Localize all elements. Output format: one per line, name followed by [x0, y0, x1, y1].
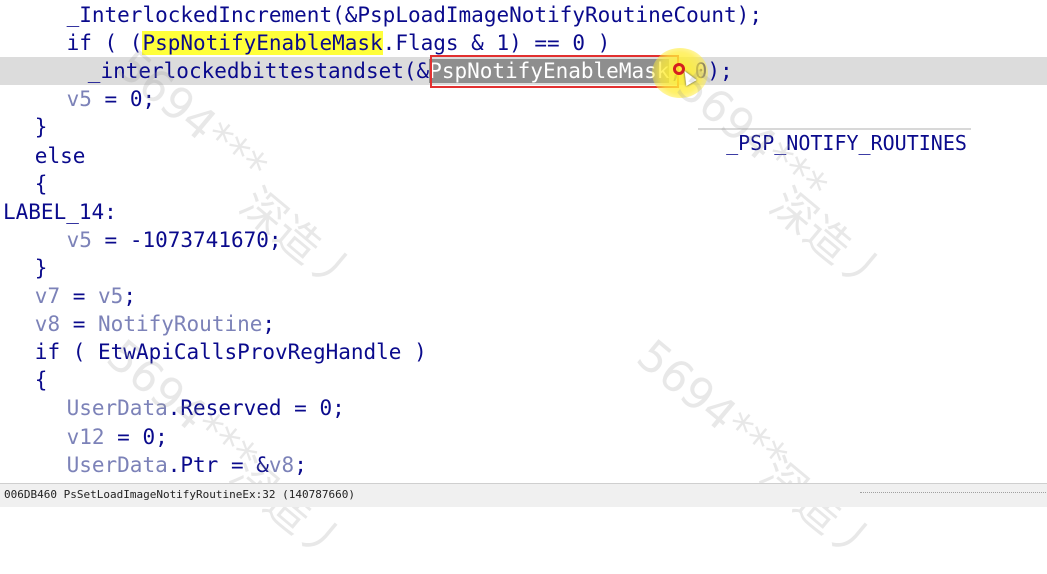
- code-token[interactable]: else: [35, 144, 86, 168]
- code-line[interactable]: if ( EtwApiCallsProvRegHandle ): [0, 338, 1047, 366]
- code-token[interactable]: ;: [294, 453, 307, 477]
- variable-token[interactable]: v8: [269, 453, 294, 477]
- code-token[interactable]: =: [60, 312, 98, 336]
- code-line[interactable]: UserData.Ptr = &v8;: [0, 451, 1047, 479]
- variable-token[interactable]: UserData: [67, 396, 168, 420]
- code-token[interactable]: ): [401, 340, 427, 364]
- variable-token[interactable]: v8: [35, 312, 60, 336]
- selection-annotation-box: [430, 55, 679, 88]
- code-line[interactable]: v5 = -1073741670;: [0, 226, 1047, 254]
- type-hint-tooltip: _PSP_NOTIFY_ROUTINES: [698, 98, 971, 155]
- code-line[interactable]: {: [0, 366, 1047, 394]
- code-token[interactable]: .Flags & 1) == 0 ): [383, 31, 611, 55]
- variable-token[interactable]: v5: [67, 228, 92, 252]
- code-line[interactable]: {: [0, 170, 1047, 198]
- status-bar-divider: [860, 492, 1047, 494]
- code-token[interactable]: }: [35, 115, 48, 139]
- code-line[interactable]: if ( (PspNotifyEnableMask.Flags & 1) == …: [0, 29, 1047, 57]
- code-token[interactable]: _interlockedbittestandset(&: [88, 59, 429, 83]
- variable-token[interactable]: v5: [67, 87, 92, 111]
- code-token[interactable]: =: [60, 284, 98, 308]
- code-token[interactable]: .Reserved = 0;: [168, 396, 345, 420]
- code-token[interactable]: .Ptr = &: [168, 453, 269, 477]
- variable-token[interactable]: v7: [35, 284, 60, 308]
- code-token[interactable]: = -1073741670;: [92, 228, 282, 252]
- code-line[interactable]: v7 = v5;: [0, 282, 1047, 310]
- code-line[interactable]: }: [0, 254, 1047, 282]
- code-token[interactable]: ;: [123, 284, 136, 308]
- variable-token[interactable]: v12: [67, 425, 105, 449]
- code-line[interactable]: _InterlockedIncrement(&PspLoadImageNotif…: [0, 1, 1047, 29]
- code-token[interactable]: {: [35, 172, 48, 196]
- variable-token[interactable]: v5: [98, 284, 123, 308]
- code-token[interactable]: = 0;: [92, 87, 156, 111]
- status-bar-text: 006DB460 PsSetLoadImageNotifyRoutineEx:3…: [4, 488, 355, 501]
- variable-token[interactable]: UserData: [67, 453, 168, 477]
- code-token[interactable]: if ( (: [67, 31, 143, 55]
- code-token[interactable]: if (: [35, 340, 98, 364]
- code-token[interactable]: = 0;: [105, 425, 168, 449]
- code-token[interactable]: LABEL_14:: [3, 200, 117, 224]
- code-token[interactable]: _InterlockedIncrement(&PspLoadImageNotif…: [67, 3, 762, 27]
- code-token[interactable]: }: [35, 256, 48, 280]
- code-line[interactable]: LABEL_14:: [0, 198, 1047, 226]
- type-hint-text: _PSP_NOTIFY_ROUTINES: [726, 131, 967, 155]
- code-token[interactable]: EtwApiCallsProvRegHandle: [98, 340, 401, 364]
- variable-token[interactable]: NotifyRoutine: [98, 312, 262, 336]
- highlighted-token[interactable]: PspNotifyEnableMask: [142, 31, 383, 56]
- code-token[interactable]: ;: [262, 312, 275, 336]
- code-line[interactable]: v8 = NotifyRoutine;: [0, 310, 1047, 338]
- code-line[interactable]: v12 = 0;: [0, 423, 1047, 451]
- code-line[interactable]: UserData.Reserved = 0;: [0, 394, 1047, 422]
- code-token[interactable]: {: [35, 368, 48, 392]
- status-bar: 006DB460 PsSetLoadImageNotifyRoutineEx:3…: [0, 483, 1047, 507]
